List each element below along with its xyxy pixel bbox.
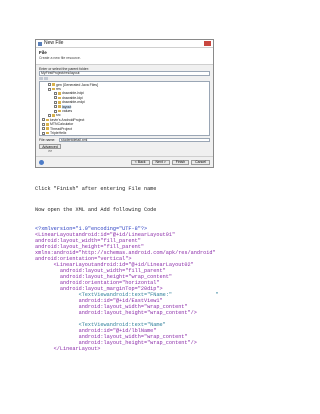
expand-toggle-icon[interactable] [48, 87, 51, 91]
help-icon[interactable] [39, 159, 44, 165]
header-title: File [39, 50, 47, 55]
file-name-input[interactable]: studentdetail.xml [59, 137, 210, 142]
dialog-titlebar: New File [36, 40, 213, 48]
folder-tree[interactable]: gen [Generated Java Files] res drawable-hd… [39, 80, 210, 136]
folder-icon [52, 87, 55, 91]
folder-icon [58, 101, 61, 104]
folder-icon [46, 127, 49, 131]
file-name-label: File name: [39, 137, 56, 142]
finish-button[interactable]: Finish [171, 159, 190, 165]
expand-toggle-icon[interactable] [42, 131, 45, 135]
dialog-header: File Create a new file resource. [36, 48, 213, 65]
expand-toggle-icon[interactable] [54, 96, 57, 100]
expand-toggle-icon[interactable] [48, 114, 51, 118]
expand-toggle-icon[interactable] [42, 127, 45, 131]
cancel-button[interactable]: Cancel [191, 159, 210, 165]
tree-item-label: TripleHelix [50, 130, 67, 135]
expand-toggle-icon[interactable] [54, 92, 57, 96]
close-button[interactable] [204, 41, 211, 46]
forward-nav-icon[interactable] [44, 76, 48, 80]
dialog-buttons: < Back Next > Finish Cancel [130, 159, 210, 165]
advanced-button[interactable]: Advanced >> [39, 144, 61, 153]
dialog-body: Enter or select the parent folder: MyFir… [36, 65, 213, 153]
back-button[interactable]: < Back [130, 159, 150, 165]
code-line: android:layout_height="wrap_content"/> [35, 310, 197, 316]
dialog-title: New File [44, 40, 64, 46]
parent-folder-input[interactable]: MyFirstProject/res/layout [39, 71, 210, 76]
folder-icon [58, 92, 61, 95]
expand-toggle-icon[interactable] [54, 105, 57, 109]
tree-item-label: gen [Generated Java Files] [56, 82, 99, 87]
expand-toggle-icon[interactable] [42, 118, 45, 122]
expand-toggle-icon[interactable] [42, 122, 45, 126]
folder-icon [46, 118, 49, 122]
xml-code-block: <?xmlversion="1.0"encoding="UTF-8"?> <Lin… [35, 226, 219, 352]
instruction-finish: Click "Finish" after entering File name [35, 186, 157, 192]
folder-icon [46, 123, 49, 126]
dialog-footer: < Back Next > Finish Cancel [36, 156, 213, 167]
folder-icon [52, 114, 55, 117]
folder-icon [46, 131, 49, 135]
tree-item-label: values [62, 108, 73, 113]
code-line: </LinearLayout> [35, 346, 101, 352]
window-icon [38, 41, 42, 46]
folder-icon [52, 83, 55, 86]
next-button[interactable]: Next > [151, 159, 170, 165]
folder-icon [58, 96, 61, 100]
header-description: Create a new file resource. [39, 56, 81, 60]
expand-toggle-icon[interactable] [54, 109, 57, 113]
folder-icon [58, 105, 61, 109]
expand-toggle-icon[interactable] [48, 83, 51, 87]
tree-item[interactable]: TripleHelix [42, 131, 207, 135]
back-nav-icon[interactable] [39, 76, 43, 80]
folder-icon [58, 109, 61, 113]
file-name-row: File name: studentdetail.xml [39, 137, 210, 142]
expand-toggle-icon[interactable] [54, 100, 57, 104]
tree-toolbar [39, 76, 210, 80]
instruction-add-code: Now open the XML and Add following Code [35, 207, 157, 213]
tree-item-label: res [56, 86, 61, 91]
new-file-dialog: New File File Create a new file resource… [35, 39, 214, 168]
